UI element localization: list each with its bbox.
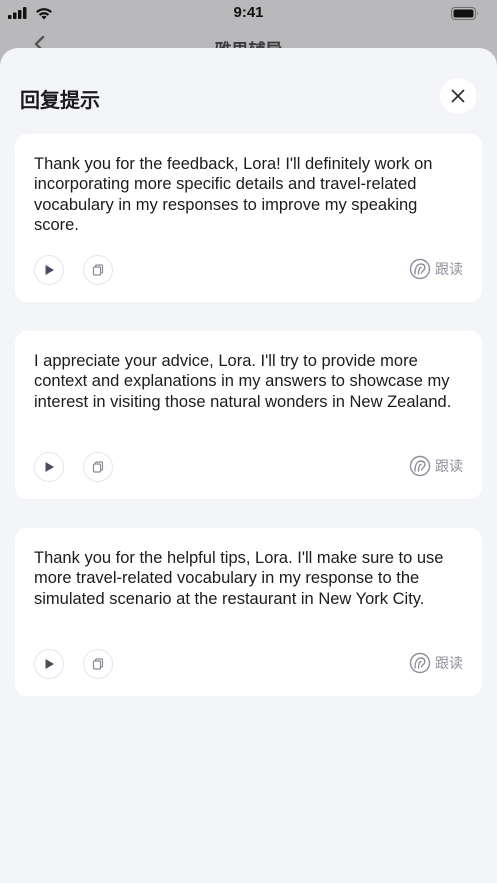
copy-button[interactable]	[83, 649, 113, 679]
close-icon	[451, 89, 465, 103]
reply-hints-sheet: 回复提示 Thank you for the feedback, Lora! I…	[0, 48, 497, 883]
close-button[interactable]	[440, 78, 476, 114]
play-icon	[45, 265, 54, 275]
follow-read-label: 跟读	[435, 262, 463, 278]
status-bar: 9:41	[0, 0, 497, 26]
play-button[interactable]	[34, 649, 64, 679]
copy-button[interactable]	[83, 255, 113, 285]
copy-icon	[92, 658, 104, 670]
copy-icon	[92, 264, 104, 276]
follow-read-label: 跟读	[435, 656, 463, 672]
follow-read-icon	[409, 258, 431, 280]
reply-card: Thank you for the feedback, Lora! I'll d…	[15, 134, 482, 302]
copy-icon	[92, 461, 104, 473]
reply-text: Thank you for the helpful tips, Lora. I'…	[34, 549, 444, 608]
sheet-title: 回复提示	[20, 88, 100, 112]
reply-card: Thank you for the helpful tips, Lora. I'…	[15, 528, 482, 696]
follow-read-icon	[409, 652, 431, 674]
copy-button[interactable]	[83, 452, 113, 482]
play-button[interactable]	[34, 255, 64, 285]
follow-read-label: 跟读	[435, 459, 463, 475]
follow-read-button[interactable]: 跟读	[409, 258, 463, 280]
play-icon	[45, 659, 54, 669]
reply-text: Thank you for the feedback, Lora! I'll d…	[34, 155, 433, 234]
follow-read-button[interactable]: 跟读	[409, 455, 463, 477]
reply-text: I appreciate your advice, Lora. I'll try…	[34, 352, 452, 411]
follow-read-button[interactable]: 跟读	[409, 652, 463, 674]
status-time: 9:41	[233, 4, 264, 21]
play-button[interactable]	[34, 452, 64, 482]
follow-read-icon	[409, 455, 431, 477]
play-icon	[45, 462, 54, 472]
reply-card: I appreciate your advice, Lora. I'll try…	[15, 331, 482, 499]
